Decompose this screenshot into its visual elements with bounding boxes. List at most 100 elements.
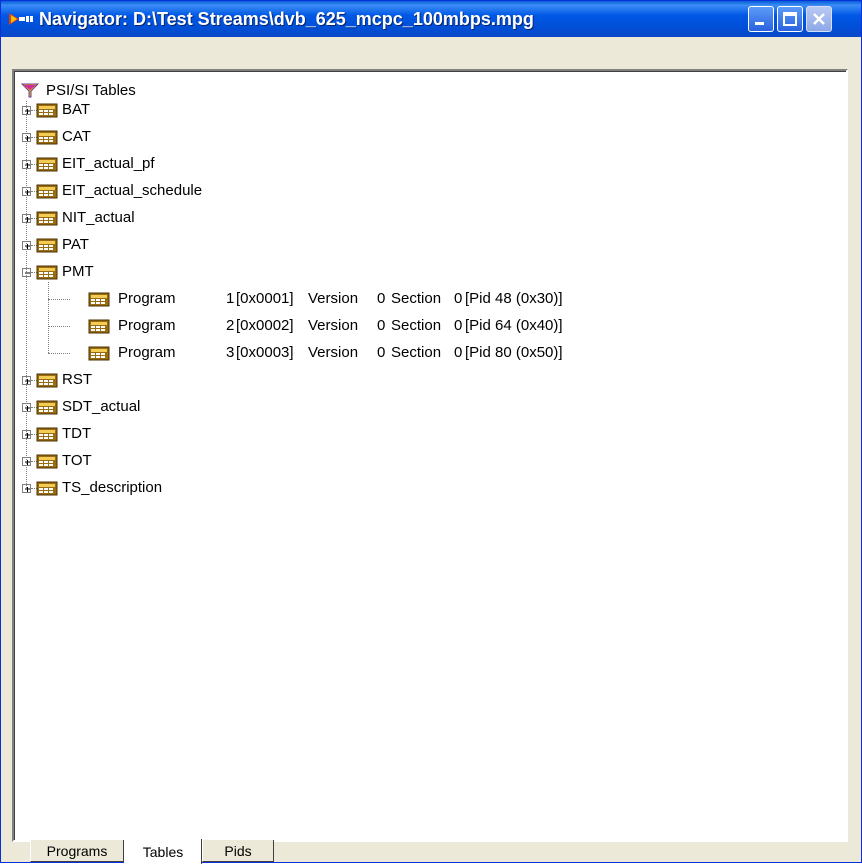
pmt-program-row[interactable]: Program 2 [0x0002] Version 0 Section 0 [Pid 64 … (14, 316, 834, 336)
table-node-rst[interactable]: RST (14, 370, 394, 390)
table-label: TS_description (62, 479, 163, 496)
program-hex: [0x0002] (236, 317, 294, 334)
table-label: RST (62, 371, 92, 388)
tree-root[interactable]: PSI/SI Tables (14, 81, 314, 101)
plus-icon (25, 379, 30, 384)
program-pid: [Pid 80 (0x50)] (465, 344, 563, 361)
program-hex: [0x0003] (236, 344, 294, 361)
program-version-num: 0 (377, 290, 386, 307)
navigator-client-area: PSI/SI Tables BAT CAT EIT_actual_pf EIT_actu… (5, 37, 857, 864)
program-hex: [0x0001] (236, 290, 294, 307)
table-label: NIT_actual (62, 209, 135, 226)
plus-icon (25, 487, 30, 492)
table-node-bat[interactable]: BAT (14, 100, 394, 120)
filter-funnel-icon (20, 83, 40, 98)
window-title: Navigator: D:\Test Streams\dvb_625_mcpc_… (39, 9, 534, 29)
tree-root-label: PSI/SI Tables (46, 82, 136, 99)
program-section-num: 0 (454, 344, 463, 361)
plus-icon (25, 190, 30, 195)
table-label: PMT (62, 263, 94, 280)
navigator-window: Navigator: D:\Test Streams\dvb_625_mcpc_… (0, 0, 862, 864)
tables-tree-view[interactable]: PSI/SI Tables BAT CAT EIT_actual_pf EIT_actu… (12, 69, 848, 842)
program-version: Version (308, 317, 359, 334)
table-icon (88, 346, 110, 361)
tab-tables[interactable]: Tables (124, 839, 202, 864)
table-node-cat[interactable]: CAT (14, 127, 394, 147)
table-label: TDT (62, 425, 92, 442)
table-icon (88, 292, 110, 307)
program-version-num: 0 (377, 344, 386, 361)
table-icon (36, 427, 58, 442)
pmt-program-row[interactable]: Program 1 [0x0001] Version 0 Section 0 [Pid 48 … (14, 289, 834, 309)
table-label: TOT (62, 452, 92, 469)
program-section-num: 0 (454, 317, 463, 334)
program-version-num: 0 (377, 317, 386, 334)
table-icon (36, 481, 58, 496)
program-program: Program (118, 317, 176, 334)
navigator-app-icon (9, 13, 33, 25)
plus-icon (25, 433, 30, 438)
table-node-eit-actual-schedule[interactable]: EIT_actual_schedule (14, 181, 394, 201)
program-num: 1 (226, 290, 235, 307)
tab-programs[interactable]: Programs (30, 840, 124, 862)
table-icon (88, 319, 110, 334)
table-icon (36, 373, 58, 388)
plus-icon (25, 460, 30, 465)
table-node-pat[interactable]: PAT (14, 235, 394, 255)
plus-icon (25, 217, 30, 222)
close-button[interactable] (806, 6, 832, 32)
plus-icon (25, 163, 30, 168)
tree-connector (26, 101, 27, 488)
table-label: PAT (62, 236, 89, 253)
table-node-tot[interactable]: TOT (14, 451, 394, 471)
tree-connector (48, 299, 70, 300)
table-label: CAT (62, 128, 91, 145)
table-icon (36, 211, 58, 226)
plus-icon (25, 136, 30, 141)
program-version: Version (308, 290, 359, 307)
table-node-nit-actual[interactable]: NIT_actual (14, 208, 394, 228)
table-label: EIT_actual_pf (62, 155, 155, 172)
tree-connector (48, 282, 49, 353)
minus-icon (25, 272, 30, 274)
program-pid: [Pid 48 (0x30)] (465, 290, 563, 307)
program-section: Section (391, 290, 442, 307)
table-node-tdt[interactable]: TDT (14, 424, 394, 444)
table-node-sdt-actual[interactable]: SDT_actual (14, 397, 394, 417)
maximize-button[interactable] (777, 6, 803, 32)
table-icon (36, 184, 58, 199)
tree-connector (48, 326, 70, 327)
program-version: Version (308, 344, 359, 361)
minimize-icon (755, 22, 764, 25)
table-icon (36, 103, 58, 118)
table-icon (36, 238, 58, 253)
title-bar[interactable]: Navigator: D:\Test Streams\dvb_625_mcpc_… (1, 1, 861, 37)
program-section: Section (391, 317, 442, 334)
tree-connector (48, 353, 70, 354)
table-icon (36, 454, 58, 469)
table-icon (36, 157, 58, 172)
minimize-button[interactable] (748, 6, 774, 32)
table-label: BAT (62, 101, 91, 118)
program-program: Program (118, 290, 176, 307)
table-label: EIT_actual_schedule (62, 182, 203, 199)
program-num: 2 (226, 317, 235, 334)
program-section-num: 0 (454, 290, 463, 307)
table-icon (36, 130, 58, 145)
table-icon (36, 400, 58, 415)
navigator-tab-strip: Programs Tables Pids (5, 839, 857, 866)
close-icon (813, 13, 825, 25)
table-node-ts-description[interactable]: TS_description (14, 478, 394, 498)
maximize-icon (783, 12, 797, 26)
pmt-program-row[interactable]: Program 3 [0x0003] Version 0 Section 0 [Pid 80 … (14, 343, 834, 363)
plus-icon (25, 406, 30, 411)
program-section: Section (391, 344, 442, 361)
program-num: 3 (226, 344, 235, 361)
table-icon (36, 265, 58, 280)
plus-icon (25, 109, 30, 114)
plus-icon (25, 244, 30, 249)
table-node-eit-actual-pf[interactable]: EIT_actual_pf (14, 154, 394, 174)
table-node-pmt[interactable]: PMT (14, 262, 394, 282)
table-label: SDT_actual (62, 398, 141, 415)
tab-pids[interactable]: Pids (202, 840, 274, 862)
